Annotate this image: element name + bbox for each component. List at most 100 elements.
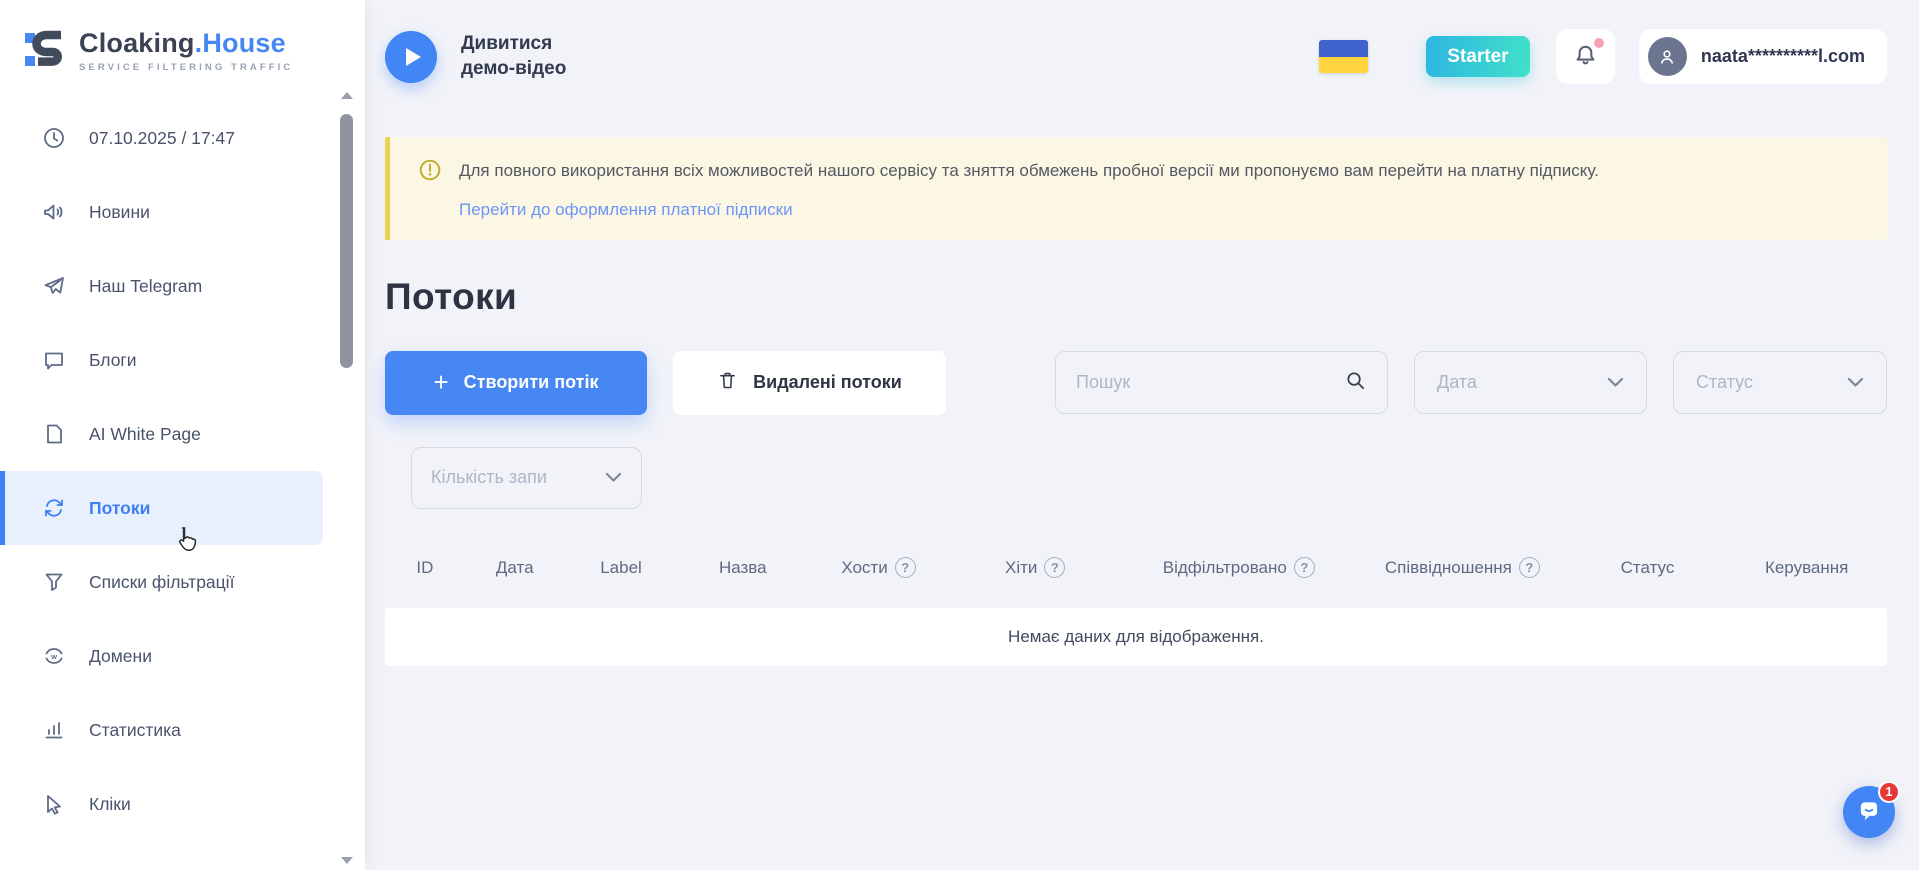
sidebar: Cloaking.House SERVICE FILTERING TRAFFIC… (0, 0, 365, 870)
col-header-label: Label (600, 558, 642, 578)
sidebar-item-ai-white-page[interactable]: AI White Page (0, 397, 323, 471)
brand-name-secondary: .House (195, 28, 286, 58)
warning-icon (418, 158, 442, 220)
chat-unread-badge: 1 (1878, 781, 1900, 803)
user-account-button[interactable]: naata**********l.com (1639, 29, 1887, 84)
sidebar-item-label: 07.10.2025 / 17:47 (89, 128, 235, 149)
topbar: Дивитися демо-відео Starter (385, 0, 1887, 113)
col-header-ratio: Співвідношення? (1356, 557, 1569, 578)
create-flow-label: Створити потік (464, 372, 599, 393)
status-filter-dropdown[interactable]: Статус (1673, 351, 1887, 414)
table-header-row: ID Дата Label Назва Хости? Хіти? Відфіль… (385, 539, 1887, 597)
search-input[interactable] (1076, 372, 1344, 393)
bar-chart-icon (41, 717, 67, 743)
avatar (1648, 37, 1687, 76)
col-header-label: Label (565, 558, 678, 578)
notification-dot (1594, 38, 1604, 48)
deleted-flows-button[interactable]: Видалені потоки (673, 351, 946, 415)
chat-bubble-icon (41, 347, 67, 373)
scrollbar-down-arrow[interactable] (341, 857, 353, 864)
plan-badge-starter[interactable]: Starter (1426, 36, 1530, 77)
flag-yellow-stripe (1319, 57, 1368, 74)
sidebar-item-news[interactable]: Новини (0, 175, 323, 249)
col-header-label: Назва (719, 558, 767, 578)
banner-body: Для повного використання всіх можливосте… (459, 158, 1599, 220)
document-icon (41, 421, 67, 447)
sidebar-item-flows[interactable]: Потоки (0, 471, 323, 545)
chat-widget-button[interactable]: 1 (1843, 786, 1895, 838)
deleted-flows-label: Видалені потоки (753, 372, 902, 393)
sidebar-item-blogs[interactable]: Блоги (0, 323, 323, 397)
watch-demo-button[interactable]: Дивитися демо-відео (385, 31, 599, 83)
sidebar-item-label: Наш Telegram (89, 276, 202, 297)
sidebar-item-domains[interactable]: w Домени (0, 619, 323, 693)
help-icon[interactable]: ? (1294, 557, 1315, 578)
search-icon[interactable] (1344, 369, 1367, 397)
scrollbar-thumb[interactable] (340, 114, 353, 368)
col-header-name: Назва (677, 558, 808, 578)
chevron-down-icon (605, 467, 622, 488)
col-header-hosts: Хости? (808, 557, 949, 578)
sidebar-nav: 07.10.2025 / 17:47 Новини Наш Telegram Б… (0, 101, 365, 841)
sidebar-item-clicks[interactable]: Кліки (0, 767, 323, 841)
clock-icon (41, 125, 67, 151)
records-count-label: Кількість запи (431, 467, 547, 488)
col-header-filtered: Відфільтровано? (1122, 557, 1357, 578)
sidebar-item-label: Потоки (89, 498, 150, 519)
help-icon[interactable]: ? (1044, 557, 1065, 578)
sidebar-scrollbar[interactable] (339, 92, 355, 864)
col-header-label: Статус (1621, 558, 1675, 578)
col-header-date: Дата (465, 558, 565, 578)
sidebar-item-telegram[interactable]: Наш Telegram (0, 249, 323, 323)
sidebar-item-label: Блоги (89, 350, 137, 371)
sync-icon (41, 495, 67, 521)
megaphone-icon (41, 199, 67, 225)
brand-logo[interactable]: Cloaking.House SERVICE FILTERING TRAFFIC (0, 0, 365, 77)
col-header-label: Хости (841, 558, 887, 578)
col-header-label: ID (416, 558, 433, 578)
sidebar-item-label: Домени (89, 646, 152, 667)
table-empty-state: Немає даних для відображення. (385, 608, 1887, 666)
sidebar-item-filter-lists[interactable]: Списки фільтрації (0, 545, 323, 619)
sidebar-item-label: Списки фільтрації (89, 572, 234, 593)
search-box (1055, 351, 1388, 414)
chat-bubble-icon (1856, 798, 1882, 827)
brand-logo-icon (24, 26, 66, 77)
globe-w-icon: w (41, 643, 67, 669)
col-header-hits: Хіти? (949, 557, 1122, 578)
play-icon[interactable] (385, 31, 437, 83)
chevron-down-icon (1847, 372, 1864, 393)
banner-subscribe-link[interactable]: Перейти до оформлення платної підписки (459, 200, 793, 220)
page-title: Потоки (385, 276, 1887, 318)
brand-logo-text: Cloaking.House SERVICE FILTERING TRAFFIC (79, 30, 293, 73)
sidebar-item-label: Статистика (89, 720, 181, 741)
date-filter-label: Дата (1437, 372, 1477, 393)
date-filter-dropdown[interactable]: Дата (1414, 351, 1647, 414)
brand-tagline: SERVICE FILTERING TRAFFIC (79, 62, 293, 73)
records-count-dropdown[interactable]: Кількість запи (411, 447, 642, 509)
app-root: Cloaking.House SERVICE FILTERING TRAFFIC… (0, 0, 1919, 870)
create-flow-button[interactable]: + Створити потік (385, 351, 647, 415)
topbar-right: Starter naata**********l.com (1319, 29, 1887, 84)
trial-warning-banner: Для повного використання всіх можливосте… (385, 137, 1887, 240)
plus-icon: + (433, 369, 448, 395)
empty-state-text: Немає даних для відображення. (1008, 627, 1264, 647)
scrollbar-up-arrow[interactable] (341, 92, 353, 99)
col-header-label: Хіти (1005, 558, 1037, 578)
main-content: Дивитися демо-відео Starter (365, 0, 1919, 870)
col-header-label: Відфільтровано (1163, 558, 1287, 578)
sidebar-item-statistics[interactable]: Статистика (0, 693, 323, 767)
svg-text:w: w (50, 652, 57, 661)
notifications-button[interactable] (1556, 29, 1615, 84)
help-icon[interactable]: ? (895, 557, 916, 578)
help-icon[interactable]: ? (1519, 557, 1540, 578)
col-header-id: ID (385, 558, 465, 578)
col-header-status: Статус (1569, 558, 1727, 578)
controls-row: + Створити потік Видалені потоки Дата (385, 351, 1887, 415)
brand-name-primary: Cloaking (79, 28, 195, 58)
funnel-icon (41, 569, 67, 595)
flag-blue-stripe (1319, 40, 1368, 57)
sidebar-item-label: AI White Page (89, 424, 201, 445)
language-flag-ukraine-icon[interactable] (1319, 40, 1368, 73)
sidebar-item-datetime: 07.10.2025 / 17:47 (0, 101, 323, 175)
